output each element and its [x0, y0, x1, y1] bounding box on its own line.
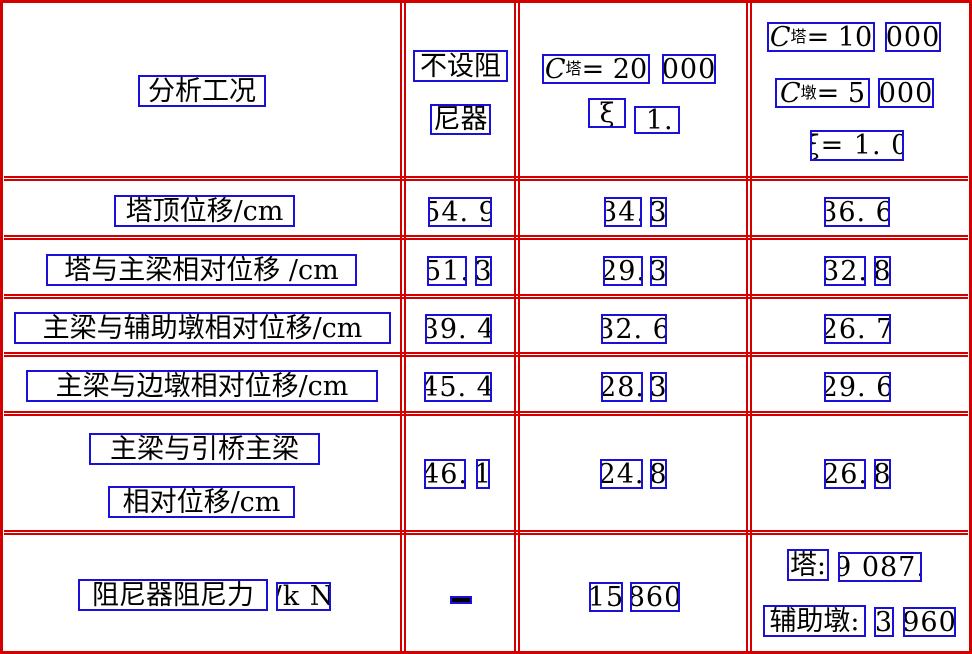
header-xi-symbol: ξ [588, 98, 626, 128]
row-divider [4, 235, 968, 240]
cell-value: 46. [424, 459, 466, 489]
row-label-girder-approach-line1: 主梁与引桥主梁 [89, 433, 320, 465]
row-divider [4, 530, 968, 535]
cell-value: 15 [589, 582, 623, 612]
header-xi-col3: ξ= 1. 0 [810, 130, 904, 161]
header-c-tower-20000: C 塔 = 20 [542, 54, 650, 84]
cell-value: 32. [824, 256, 866, 286]
cell-value: 3 [475, 256, 492, 286]
cell-value: 3 [650, 197, 667, 227]
cell-value: 34. [604, 197, 642, 227]
row-label-tower-top-displacement: 塔顶位移/cm [114, 195, 295, 227]
row-divider [4, 411, 968, 416]
cell-value: 51. [427, 256, 467, 286]
cell-value: 8 [874, 459, 891, 489]
row-divider [4, 294, 968, 299]
row-divider [4, 352, 968, 357]
cell-value: 28. [601, 372, 643, 402]
cell-value: 1 [476, 459, 490, 489]
column-divider [514, 2, 520, 652]
cell-value: 26. [824, 459, 866, 489]
row-label-girder-side-pier-displacement: 主梁与边墩相对位移/cm [26, 370, 378, 402]
cell-value: 960 [903, 607, 956, 637]
cell-value: 3 [650, 256, 667, 286]
header-no-damper-line1: 不设阻 [413, 50, 508, 82]
cell-value: 3 [650, 372, 667, 402]
column-divider [400, 2, 406, 652]
header-c-tower-10000-tail: 000 [885, 22, 941, 52]
row-label-girder-aux-pier-displacement: 主梁与辅助墩相对位移/cm [14, 312, 391, 344]
row-label-damper-force: 阻尼器阻尼力 [78, 579, 268, 611]
row-label-damper-force-unit: /k N [276, 582, 331, 611]
header-c-pier-5000-tail: 000 [878, 78, 934, 108]
header-no-damper-line2: 尼器 [430, 104, 491, 135]
row-label-tower-girder-displacement: 塔与主梁相对位移 /cm [46, 254, 357, 286]
cell-value: 9 087. [838, 552, 922, 582]
cell-value: 32. 6 [601, 314, 667, 344]
header-c-tower-20000-tail: 000 [662, 54, 716, 84]
header-c-pier-5000: C 墩 = 5 [775, 78, 870, 108]
cell-value: 3 [874, 607, 894, 637]
cell-value: 29. 6 [824, 372, 891, 402]
cell-value: 26. 7 [824, 314, 891, 344]
cell-value: 29. [603, 256, 643, 286]
cell-value: 24. [600, 459, 643, 489]
cell-value: 860 [630, 582, 680, 612]
header-xi-value: = 1. 0 [634, 106, 680, 134]
header-c-tower-10000: C 塔 = 10 [767, 22, 875, 52]
cell-aux-pier-label: 辅助墩: [763, 605, 866, 637]
row-divider [4, 176, 968, 181]
row-label-girder-approach-line2: 相对位移/cm [108, 486, 295, 518]
cell-empty-dash [450, 596, 472, 604]
header-condition: 分析工况 [138, 75, 266, 107]
cell-value: 36. 6 [824, 197, 890, 227]
cell-value: 8 [874, 256, 891, 286]
cell-tower-label: 塔: [787, 549, 829, 581]
column-divider [746, 2, 752, 652]
cell-value: 54. 9 [428, 197, 492, 227]
cell-value: 45. 4 [424, 372, 492, 402]
cell-value: 39. 4 [425, 314, 492, 344]
cell-value: 8 [650, 459, 667, 489]
